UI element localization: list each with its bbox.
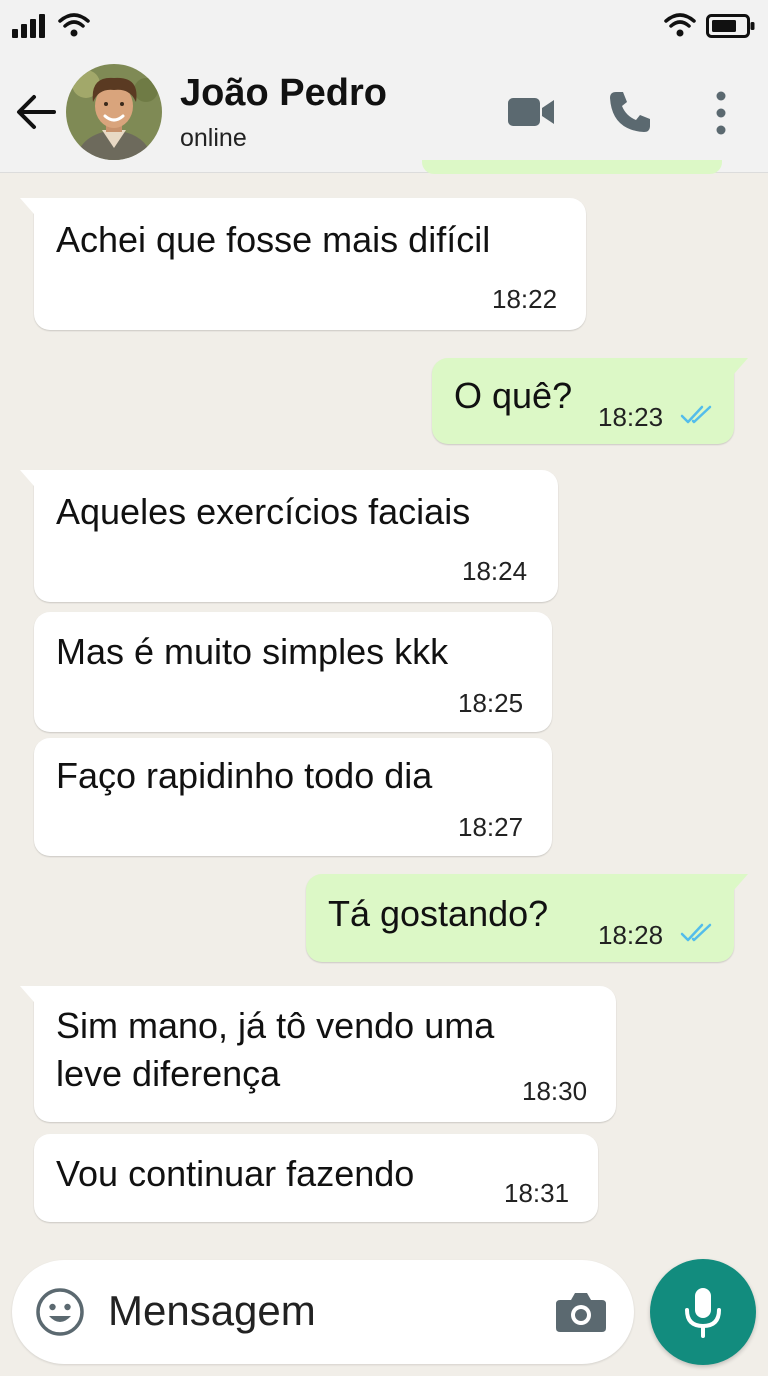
message-text: Mas é muito simples kkk — [56, 631, 449, 672]
outgoing-message[interactable]: O quê? 18:23 — [432, 358, 748, 444]
incoming-message[interactable]: Achei que fosse mais difícil 18:22 — [20, 198, 586, 330]
outgoing-message[interactable]: Tá gostando? 18:28 — [306, 874, 748, 962]
message-text: Faço rapidinho todo dia — [56, 755, 433, 796]
message-time: 18:30 — [522, 1076, 588, 1106]
emoji-icon[interactable] — [34, 1286, 86, 1338]
chat-header: João Pedro online — [0, 52, 768, 173]
wifi-icon — [58, 13, 90, 37]
incoming-message[interactable]: Faço rapidinho todo dia 18:27 — [34, 738, 552, 856]
incoming-message[interactable]: Vou continuar fazendo 18:31 — [34, 1134, 598, 1222]
battery-icon — [706, 14, 755, 38]
message-time: 18:24 — [462, 556, 528, 586]
message-text: Vou continuar fazendo — [56, 1153, 415, 1194]
message-text-line: leve diferença — [56, 1053, 281, 1094]
message-composer — [12, 1260, 634, 1364]
message-time: 18:23 — [598, 402, 664, 432]
contact-name[interactable]: João Pedro — [180, 72, 387, 115]
camera-icon[interactable] — [554, 1288, 608, 1336]
message-text: Aqueles exercícios faciais — [56, 491, 471, 532]
message-text: O quê? — [454, 375, 573, 416]
message-time: 18:28 — [598, 920, 664, 950]
status-bar — [0, 0, 768, 52]
previous-message-edge — [422, 160, 722, 174]
read-receipt-icon — [680, 923, 712, 942]
message-time: 18:31 — [504, 1178, 570, 1208]
contact-status: online — [180, 124, 247, 152]
avatar[interactable] — [66, 64, 162, 160]
read-receipt-icon — [680, 405, 712, 424]
video-camera-icon[interactable] — [506, 92, 556, 132]
message-time: 18:25 — [458, 688, 524, 718]
microphone-button[interactable] — [650, 1259, 756, 1365]
incoming-message[interactable]: Mas é muito simples kkk 18:25 — [34, 612, 552, 732]
message-text: Achei que fosse mais difícil — [56, 219, 491, 260]
incoming-message[interactable]: Sim mano, já tô vendo uma leve diferença… — [20, 986, 616, 1122]
phone-icon[interactable] — [606, 88, 654, 136]
message-time: 18:22 — [492, 284, 558, 314]
cellular-signal-icon — [12, 14, 45, 38]
back-arrow-icon[interactable] — [14, 90, 58, 134]
message-input[interactable] — [108, 1278, 528, 1344]
wifi-icon — [664, 13, 696, 37]
message-text: Sim mano, já tô vendo uma leve diferença — [56, 1002, 494, 1098]
message-text-line: Sim mano, já tô vendo uma — [56, 1005, 495, 1046]
incoming-message[interactable]: Aqueles exercícios faciais 18:24 — [20, 470, 558, 602]
more-vertical-icon[interactable] — [706, 88, 736, 138]
microphone-icon — [685, 1288, 721, 1338]
message-text: Tá gostando? — [328, 893, 549, 934]
message-time: 18:27 — [458, 812, 524, 842]
